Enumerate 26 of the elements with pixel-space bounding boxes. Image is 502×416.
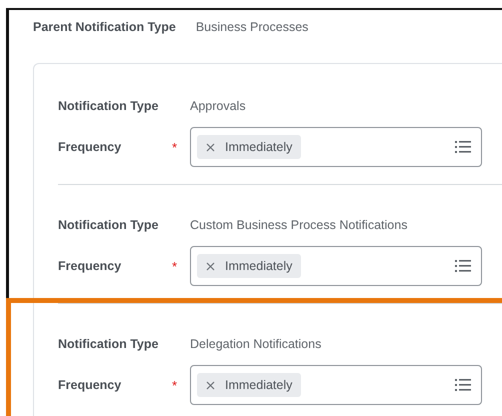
field-value: Approvals <box>190 99 246 113</box>
required-mark: * <box>172 140 178 154</box>
field-label: Parent Notification Type <box>33 20 176 34</box>
list-icon[interactable] <box>455 260 471 272</box>
field-label: Frequency <box>58 378 122 392</box>
field-value: Delegation Notifications <box>190 337 322 351</box>
remove-icon[interactable] <box>206 380 215 390</box>
field-label: Notification Type <box>58 99 160 113</box>
field-label: Frequency <box>58 259 122 273</box>
field-label: Notification Type <box>58 337 160 351</box>
required-mark: * <box>172 258 178 274</box>
list-icon[interactable] <box>455 141 471 153</box>
remove-icon[interactable] <box>206 142 215 152</box>
select-field[interactable]: Immediately <box>190 127 482 167</box>
list-icon[interactable] <box>455 379 471 391</box>
chip-text: Immediately <box>225 140 292 154</box>
chip-text: Immediately <box>225 378 292 392</box>
select-field[interactable]: Immediately <box>190 365 482 405</box>
field-value: Custom Business Process Notifications <box>190 218 408 232</box>
field-label: Frequency <box>58 140 122 154</box>
remove-icon[interactable] <box>206 262 215 270</box>
field-value: Business Processes <box>196 20 308 34</box>
select-field[interactable]: Immediately <box>190 246 482 286</box>
chip-text: Immediately <box>225 259 292 273</box>
required-mark: * <box>172 378 178 392</box>
field-label: Notification Type <box>58 218 160 232</box>
